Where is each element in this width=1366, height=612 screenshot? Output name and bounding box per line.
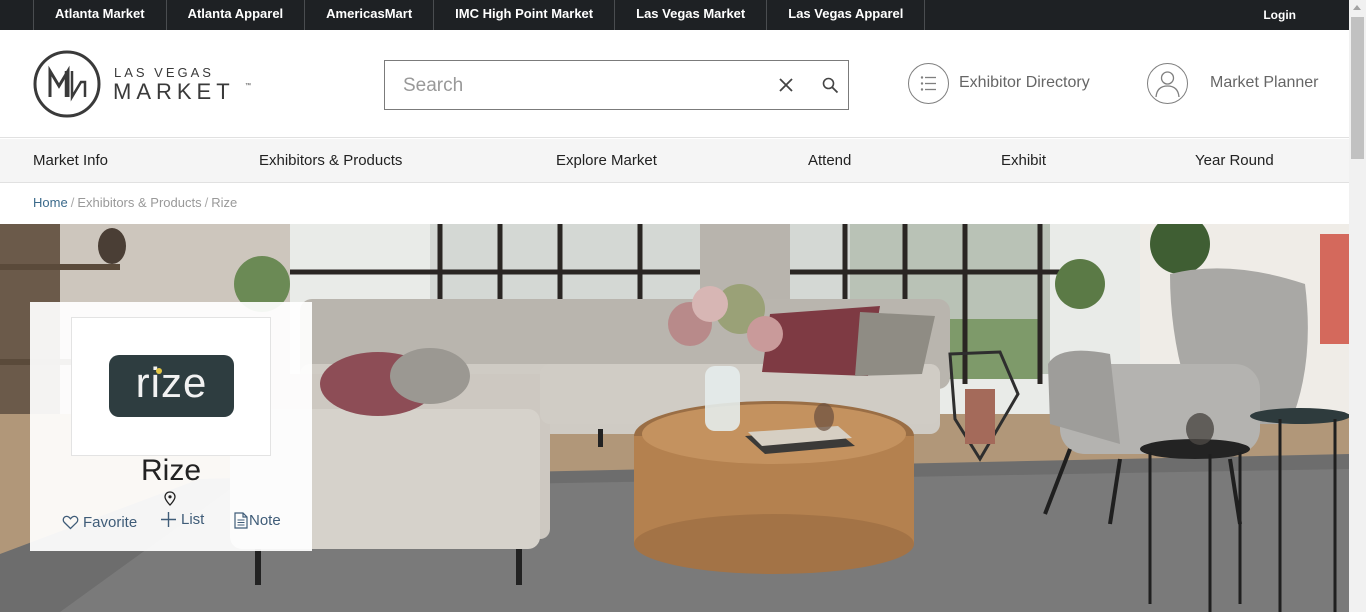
logo-text-top: LAS VEGAS (114, 65, 214, 80)
heart-icon (62, 515, 79, 530)
note-button[interactable]: Note (234, 512, 281, 529)
note-icon (234, 512, 248, 529)
breadcrumb-separator: / (204, 195, 209, 210)
logo-dot (156, 368, 162, 374)
network-link-imc-high-point-market[interactable]: IMC High Point Market (434, 0, 616, 30)
search-input[interactable] (403, 73, 763, 99)
exhibitor-logo: rize (109, 355, 234, 417)
nav-exhibit[interactable]: Exhibit (1001, 152, 1046, 169)
exhibitor-logo-frame: rize (71, 317, 271, 456)
add-to-list-button[interactable]: List (160, 511, 204, 528)
exhibitor-name: Rize (140, 454, 201, 487)
main-nav: Market Info Exhibitors & Products Explor… (0, 139, 1349, 183)
network-links: Atlanta Market Atlanta Apparel AmericasM… (33, 0, 926, 30)
nav-year-round[interactable]: Year Round (1195, 152, 1274, 169)
favorite-button[interactable]: Favorite (62, 514, 137, 531)
page-scrollbar[interactable] (1349, 0, 1366, 612)
network-link-las-vegas-market[interactable]: Las Vegas Market (615, 0, 768, 30)
note-label: Note (249, 512, 281, 529)
site-logo[interactable]: LAS VEGAS MARKET ™ (33, 50, 253, 120)
plus-icon (161, 512, 176, 527)
network-link-atlanta-market[interactable]: Atlanta Market (34, 0, 167, 30)
top-bar: Atlanta Market Atlanta Apparel AmericasM… (0, 0, 1349, 30)
location-pin-icon[interactable] (164, 491, 176, 506)
market-planner-label: Market Planner (1210, 74, 1319, 91)
list-icon (908, 62, 949, 104)
network-link-americasmart[interactable]: AmericasMart (305, 0, 435, 30)
page: Atlanta Market Atlanta Apparel AmericasM… (0, 0, 1366, 612)
scrollbar-thumb[interactable] (1351, 17, 1364, 159)
breadcrumb: Home / Exhibitors & Products / Rize (33, 195, 237, 210)
breadcrumb-home[interactable]: Home (33, 195, 68, 210)
exhibitor-directory-label: Exhibitor Directory (959, 74, 1090, 91)
nav-attend[interactable]: Attend (808, 152, 851, 169)
market-planner-link[interactable]: Market Planner (1147, 62, 1319, 104)
scroll-up-arrow-icon[interactable] (1353, 5, 1361, 10)
close-icon[interactable] (777, 76, 795, 94)
search-box (384, 60, 849, 110)
breadcrumb-current: Rize (211, 195, 238, 210)
nav-market-info[interactable]: Market Info (33, 152, 108, 169)
list-label: List (181, 511, 205, 528)
user-icon (1147, 62, 1188, 104)
nav-explore-market[interactable]: Explore Market (556, 152, 657, 169)
site-header: LAS VEGAS MARKET ™ Exhibitor Dire (0, 30, 1349, 138)
exhibitor-logo-text: rize (135, 359, 208, 406)
exhibitor-actions: Favorite List Note (62, 511, 302, 535)
breadcrumb-exhibitors-products[interactable]: Exhibitors & Products (77, 195, 201, 210)
nav-exhibitors-products[interactable]: Exhibitors & Products (259, 152, 402, 169)
exhibitor-directory-link[interactable]: Exhibitor Directory (908, 62, 1090, 104)
favorite-label: Favorite (83, 514, 138, 531)
login-link[interactable]: Login (1263, 8, 1296, 22)
logo-text-bottom: MARKET (113, 79, 235, 104)
search-icon[interactable] (822, 77, 839, 94)
breadcrumb-separator: / (70, 195, 75, 210)
network-link-atlanta-apparel[interactable]: Atlanta Apparel (167, 0, 306, 30)
exhibitor-card: rize Rize Favorite List Note (30, 302, 312, 551)
logo-trademark: ™ (245, 83, 251, 89)
network-link-las-vegas-apparel[interactable]: Las Vegas Apparel (767, 0, 926, 30)
logo-mark-icon (33, 50, 101, 118)
